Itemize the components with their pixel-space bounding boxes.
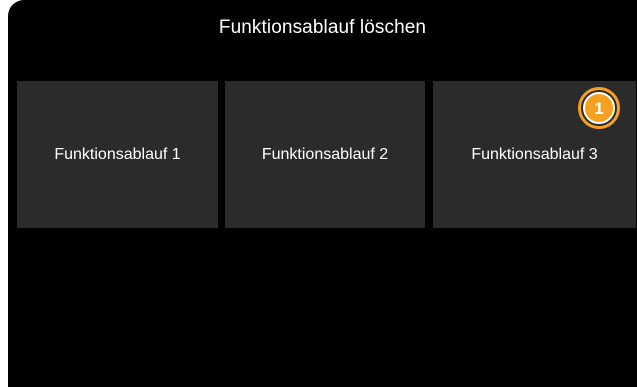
callout-number: 1 xyxy=(583,92,615,124)
page-title: Funktionsablauf löschen xyxy=(218,17,427,38)
sequence-tile-label: Funktionsablauf 1 xyxy=(54,145,181,163)
sequence-tile-label: Funktionsablauf 2 xyxy=(261,145,389,163)
sequence-tile-2[interactable]: Funktionsablauf 2 xyxy=(225,81,425,228)
callout-marker: 1 xyxy=(578,87,620,129)
sequence-tile-label: Funktionsablauf 3 xyxy=(471,145,598,163)
sequence-tile-1[interactable]: Funktionsablauf 1 xyxy=(17,81,218,228)
device-screen: Funktionsablauf löschen Funktionsablauf … xyxy=(8,0,637,387)
